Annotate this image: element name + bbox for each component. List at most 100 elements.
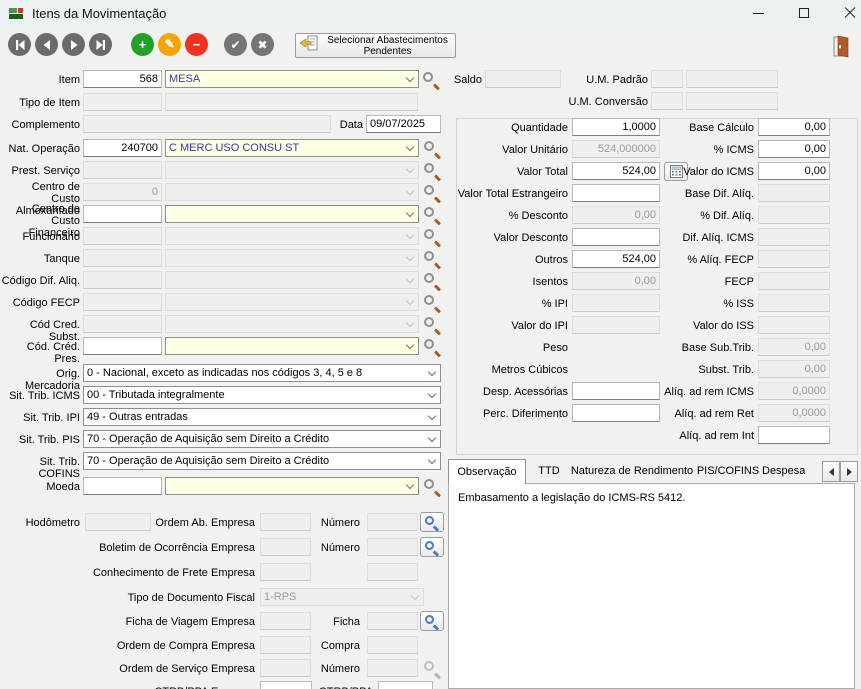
valor-iss-field xyxy=(758,316,830,334)
cancel-button[interactable]: ✖ xyxy=(251,33,274,56)
maximize-icon xyxy=(799,8,809,18)
add-button[interactable]: + xyxy=(131,33,154,56)
next-record-button[interactable] xyxy=(62,33,85,56)
maximize-button[interactable] xyxy=(781,0,827,26)
nat-operacao-code-field[interactable]: 240700 xyxy=(83,139,162,157)
ordem-compra-empresa-field xyxy=(260,636,311,654)
app-icon xyxy=(8,5,24,21)
ficha-viagem-search-button[interactable] xyxy=(420,611,444,631)
sit-trib-pis-combo[interactable]: 70 - Operação de Aquisição sem Direito a… xyxy=(83,430,441,448)
minimize-button[interactable] xyxy=(735,0,781,26)
moeda-label: Moeda xyxy=(0,481,80,493)
moeda-code-field[interactable] xyxy=(83,477,162,495)
complemento-label: Complemento xyxy=(0,119,80,131)
select-arrow-icon xyxy=(300,35,318,56)
ctrb-ppa-field[interactable] xyxy=(378,681,433,689)
valor-desconto-label: Valor Desconto xyxy=(452,232,568,244)
fecp-field xyxy=(758,272,830,290)
select-pending-fuelings-button[interactable]: Selecionar Abastecimentos Pendentes xyxy=(295,33,456,58)
ordem-ab-numero-field xyxy=(367,513,418,531)
cod-cred-pres-code-field[interactable] xyxy=(83,337,162,355)
cod-cred-subst-search-icon[interactable] xyxy=(423,316,442,335)
centro-custo-almoxarifado-code-field: 0 xyxy=(83,183,162,201)
orig-mercadoria-combo[interactable]: 0 - Nacional, exceto as indicadas nos có… xyxy=(83,364,441,382)
edit-button[interactable]: ✎ xyxy=(158,33,181,56)
delete-button[interactable]: − xyxy=(185,33,208,56)
valor-iss-label: Valor do ISS xyxy=(600,320,754,332)
aliq-ad-rem-int-field[interactable] xyxy=(758,426,830,444)
um-padrao-code-field xyxy=(651,70,683,88)
um-conversao-code-field xyxy=(651,92,683,110)
prest-servico-search-icon[interactable] xyxy=(423,162,442,181)
cod-cred-subst-code-field xyxy=(83,315,162,333)
quantidade-label: Quantidade xyxy=(452,122,568,134)
tab-scroll-right-button[interactable] xyxy=(840,461,858,482)
boletim-search-button[interactable] xyxy=(420,537,444,557)
cod-cred-pres-search-icon[interactable] xyxy=(423,338,442,357)
perc-iss-label: % ISS xyxy=(600,298,754,310)
sit-trib-icms-label: Sit. Trib. ICMS xyxy=(0,390,80,402)
codigo-fecp-search-icon[interactable] xyxy=(423,294,442,313)
sit-trib-icms-combo[interactable]: 00 - Tributada integralmente xyxy=(83,386,441,404)
centro-custo-financeiro-search-icon[interactable] xyxy=(423,206,442,225)
boletim-ocorrencia-label: Boletim de Ocorrência Empresa xyxy=(75,542,255,554)
codigo-dif-aliq-search-icon[interactable] xyxy=(423,272,442,291)
centro-custo-financeiro-combo[interactable] xyxy=(165,205,419,223)
item-name-combo[interactable]: MESA xyxy=(165,70,419,88)
subst-trib-label: Subst. Trib. xyxy=(600,364,754,376)
chevron-down-icon xyxy=(406,231,414,239)
close-button[interactable] xyxy=(827,0,861,26)
last-record-button[interactable] xyxy=(89,33,112,56)
ordem-servico-numero-field xyxy=(367,659,418,677)
nat-operacao-combo[interactable]: C MERC USO CONSU ST xyxy=(165,139,419,157)
first-record-icon xyxy=(14,39,26,51)
tab-despesa[interactable]: Despesa xyxy=(762,461,820,483)
centro-custo-financeiro-code-field[interactable] xyxy=(83,205,162,223)
compra-label: Compra xyxy=(310,640,360,652)
codigo-fecp-combo xyxy=(165,293,419,311)
chevron-down-icon xyxy=(406,187,414,195)
sit-trib-ipi-combo[interactable]: 49 - Outras entradas xyxy=(83,408,441,426)
base-calculo-field[interactable]: 0,00 xyxy=(758,118,830,136)
cod-cred-pres-combo[interactable] xyxy=(165,337,419,355)
x-icon: ✖ xyxy=(257,38,267,52)
funcionario-search-icon[interactable] xyxy=(423,228,442,247)
exit-door-icon[interactable] xyxy=(831,35,851,58)
observacao-textarea[interactable]: Embasamento a legislação do ICMS-RS 5412… xyxy=(448,483,855,689)
ordem-ab-search-button[interactable] xyxy=(420,512,444,532)
valor-icms-field[interactable]: 0,00 xyxy=(758,162,830,180)
perc-ipi-label: % IPI xyxy=(452,298,568,310)
funcionario-combo xyxy=(165,227,419,245)
ordem-servico-search-icon[interactable] xyxy=(423,660,442,679)
chevron-down-icon xyxy=(428,434,436,442)
chevron-down-icon xyxy=(406,165,414,173)
chevron-down-icon xyxy=(406,74,414,82)
funcionario-code-field xyxy=(83,227,162,245)
funcionario-label: Funcionário xyxy=(0,231,80,243)
item-code-field[interactable]: 568 xyxy=(83,70,162,88)
perc-icms-field[interactable]: 0,00 xyxy=(758,140,830,158)
first-record-button[interactable] xyxy=(8,33,31,56)
base-dif-aliq-field xyxy=(758,184,830,202)
sit-trib-cofins-combo[interactable]: 70 - Operação de Aquisição sem Direito a… xyxy=(83,452,441,470)
tab-observacao[interactable]: Observação xyxy=(448,459,526,484)
moeda-search-icon[interactable] xyxy=(423,478,442,497)
data-field[interactable]: 09/07/2025 xyxy=(366,115,441,133)
tab-natureza-de-rendimento[interactable]: Natureza de Rendimento xyxy=(570,461,694,483)
tanque-search-icon[interactable] xyxy=(423,250,442,269)
nat-operacao-search-icon[interactable] xyxy=(423,140,442,159)
tab-scroll-left-button[interactable] xyxy=(822,461,840,482)
confirm-button[interactable]: ✔ xyxy=(224,33,247,56)
centro-custo-almoxarifado-search-icon[interactable] xyxy=(423,184,442,203)
ordem-servico-empresa-field xyxy=(260,659,311,677)
perc-aliq-fecp-field xyxy=(758,250,830,268)
ordem-servico-numero-label: Número xyxy=(310,663,360,675)
previous-record-button[interactable] xyxy=(35,33,58,56)
boletim-numero-field xyxy=(367,538,418,556)
aliq-ad-rem-icms-field: 0,0000 xyxy=(758,382,830,400)
perc-dif-aliq-field xyxy=(758,206,830,224)
moeda-combo[interactable] xyxy=(165,477,419,495)
tab-pis-cofins[interactable]: PIS/COFINS xyxy=(696,461,760,483)
chevron-down-icon xyxy=(428,390,436,398)
tab-ttd[interactable]: TTD xyxy=(530,461,568,483)
